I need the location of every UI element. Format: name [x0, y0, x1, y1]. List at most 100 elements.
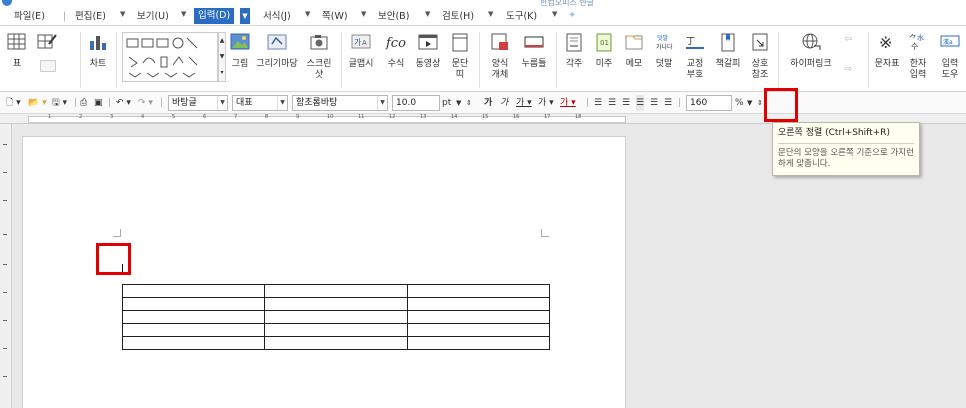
annotation-button[interactable]: 덧말 가나다 덧말: [650, 30, 678, 90]
redo-icon[interactable]: ↷ ▾: [138, 95, 153, 111]
video-button[interactable]: 동영상: [413, 30, 443, 90]
endnote-button[interactable]: 01 미주: [590, 30, 618, 90]
align-left-icon[interactable]: ☰: [608, 95, 616, 111]
paragraph-band-icon: [449, 32, 471, 52]
menu-security-arrow-icon[interactable]: ▼: [425, 10, 430, 18]
table-row: [121, 297, 551, 311]
menu-security[interactable]: 보안(B): [378, 10, 409, 24]
menu-insert-arrow-icon[interactable]: ▼: [240, 8, 250, 24]
glyph-art-label: 글맵시: [348, 59, 374, 69]
endnote-icon: 01: [593, 32, 615, 52]
menu-review-arrow-icon[interactable]: ▼: [488, 10, 493, 18]
align-right-icon[interactable]: ☰: [636, 95, 645, 111]
hanja-input-button[interactable]: ⺈水 수 한자 입력: [904, 30, 932, 90]
table-cell[interactable]: [406, 310, 551, 324]
table-cell[interactable]: [121, 310, 266, 324]
align-justify-icon[interactable]: ☰: [594, 95, 602, 111]
paragraph-band-button[interactable]: 문단 띠: [446, 30, 474, 90]
table-cell[interactable]: [406, 284, 551, 298]
align-divide-icon[interactable]: ☰: [664, 95, 672, 111]
table-cell[interactable]: [264, 323, 408, 337]
font-size-input[interactable]: 10.0: [392, 95, 440, 111]
bold-icon[interactable]: 가: [484, 95, 492, 111]
bookmark-button[interactable]: 책갈피: [712, 30, 744, 90]
input-helper-label: 입력 도우: [941, 59, 959, 80]
underline-icon[interactable]: 가 ▾: [516, 95, 532, 111]
table-cell[interactable]: [121, 336, 266, 350]
chart-icon: [87, 32, 109, 52]
highlight-cursor-box: [96, 243, 131, 275]
menu-format-arrow-icon[interactable]: ▼: [305, 10, 310, 18]
proofreading-button[interactable]: 丁 교정 부호: [680, 30, 710, 90]
formula-button[interactable]: fco 수식: [381, 30, 411, 90]
table-cell[interactable]: [264, 310, 408, 324]
forward-arrow-icon[interactable]: ⇨: [844, 64, 856, 76]
table-cell[interactable]: [264, 336, 408, 350]
table-cell[interactable]: [121, 323, 266, 337]
memo-button[interactable]: 메모: [620, 30, 648, 90]
input-helper-button[interactable]: 漢a 입력 도우: [934, 30, 966, 90]
line-spacing-unit-dropdown-icon[interactable]: ▼: [747, 95, 752, 111]
glyph-art-button[interactable]: 가A 글맵시: [346, 30, 376, 90]
outline-select[interactable]: 대표 ▼: [232, 95, 288, 111]
form-object-button[interactable]: 양식 개체: [485, 30, 515, 90]
document-table[interactable]: [121, 284, 551, 350]
menu-tools-arrow-icon[interactable]: ▼: [552, 10, 557, 18]
save-icon[interactable]: 🖫 ▾: [52, 95, 67, 111]
menu-tools[interactable]: 도구(K): [506, 10, 537, 24]
line-spacing-input[interactable]: 160: [686, 95, 732, 111]
open-folder-icon[interactable]: 📂 ▾: [28, 95, 47, 111]
menu-format[interactable]: 서식(J): [263, 10, 291, 24]
table-cell[interactable]: [406, 336, 551, 350]
strikethrough-icon[interactable]: 가 ▾: [538, 95, 554, 111]
vertical-ruler[interactable]: [0, 124, 12, 408]
table-button[interactable]: 표: [4, 30, 30, 90]
ruler-number: 1: [48, 114, 52, 120]
font-size-value: 10.0: [396, 98, 417, 108]
screenshot-button[interactable]: 스크린 샷: [302, 30, 336, 90]
footnote-button[interactable]: 각주: [561, 30, 587, 90]
table-cell[interactable]: [121, 284, 266, 298]
shapes-gallery[interactable]: [122, 32, 218, 82]
ribbon-toggle-icon[interactable]: ✦: [568, 10, 576, 21]
click-here-button[interactable]: 누름틀: [517, 30, 551, 90]
format-toolbar: 🗋 ▾ 📂 ▾ 🖫 ▾ | ⎙ ▣ | ↶ ▾ ↷ ▾ | 바탕글 ▼ 대표 ▼ 함…: [0, 92, 966, 114]
table-cell[interactable]: [264, 284, 408, 298]
menu-view-arrow-icon[interactable]: ▼: [181, 10, 186, 18]
table-cell[interactable]: [406, 323, 551, 337]
print-icon[interactable]: ⎙: [80, 95, 87, 111]
menu-insert[interactable]: 입력(D): [194, 8, 235, 24]
back-arrow-icon[interactable]: ⇦: [844, 34, 856, 46]
hyperlink-button[interactable]: 하이퍼링크: [784, 30, 838, 90]
font-select[interactable]: 함초롬바탕 ▼: [292, 95, 388, 111]
table-cell[interactable]: [406, 297, 551, 311]
menu-file[interactable]: 파일(E): [14, 10, 45, 24]
cross-reference-button[interactable]: 상호 참조: [746, 30, 774, 90]
menu-edit-arrow-icon[interactable]: ▼: [120, 10, 125, 18]
symbol-button[interactable]: ※ 문자표: [872, 30, 902, 90]
menu-view[interactable]: 보기(U): [137, 10, 169, 24]
menu-page-arrow-icon[interactable]: ▼: [361, 10, 366, 18]
italic-icon[interactable]: 가: [500, 95, 508, 111]
menu-edit[interactable]: 편집(E): [75, 10, 106, 24]
table-cell[interactable]: [121, 297, 266, 311]
menu-page[interactable]: 쪽(W): [322, 10, 348, 24]
table-edit-button[interactable]: [32, 30, 62, 90]
table-cell[interactable]: [264, 297, 408, 311]
font-color-icon[interactable]: 가 ▾: [560, 95, 576, 111]
shapes-gallery-scroll[interactable]: ▲ ▼ ▾: [218, 32, 226, 82]
new-document-icon[interactable]: 🗋 ▾: [6, 95, 21, 111]
chart-button[interactable]: 차트: [85, 30, 111, 90]
ruler-tick: [3, 144, 7, 145]
print-preview-icon[interactable]: ▣: [94, 95, 103, 111]
drawing-gallery-button[interactable]: 그리기마당: [254, 30, 300, 90]
menu-review[interactable]: 검토(H): [442, 10, 474, 24]
font-size-stepper-icon[interactable]: ⇕: [466, 95, 472, 111]
picture-button[interactable]: 그림: [228, 30, 252, 90]
style-select[interactable]: 바탕글 ▼: [168, 95, 228, 111]
align-distribute-icon[interactable]: ☰: [650, 95, 658, 111]
line-spacing-stepper-icon[interactable]: ⇕: [757, 95, 763, 111]
undo-icon[interactable]: ↶ ▾: [116, 95, 131, 111]
font-size-unit-dropdown-icon[interactable]: ▼: [456, 95, 461, 111]
align-center-icon[interactable]: ☰: [622, 95, 630, 111]
